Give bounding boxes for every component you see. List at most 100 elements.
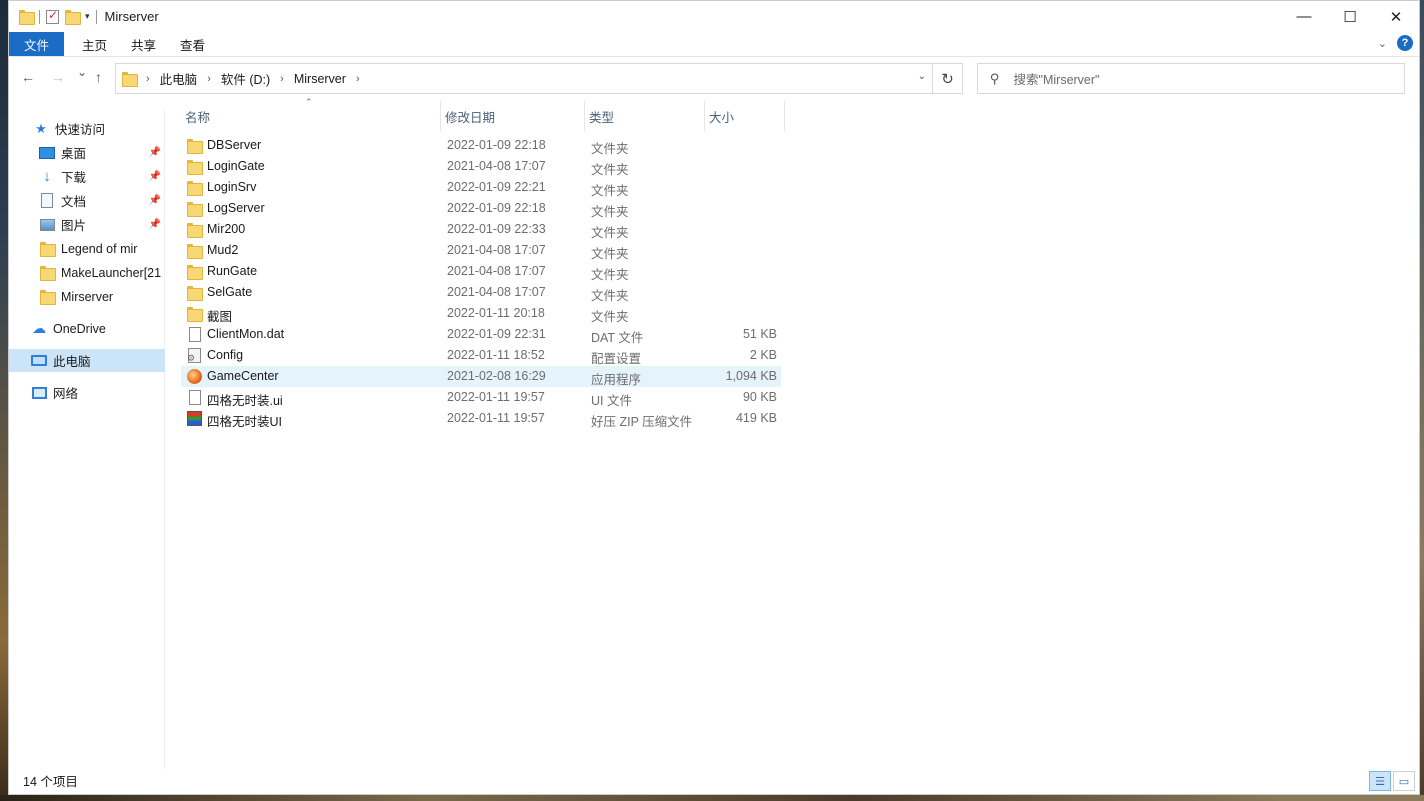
sidebar-item-downloads[interactable]: ↓ 下载 📌 (9, 165, 165, 188)
file-type: UI 文件 (591, 394, 632, 408)
file-type: 好压 ZIP 压缩文件 (591, 415, 693, 429)
address-bar[interactable]: › 此电脑 › 软件 (D:) › Mirserver › ⌄ (115, 63, 933, 94)
tab-home[interactable]: 主页 (70, 32, 119, 56)
table-row[interactable]: SelGate 2021-04-08 17:07 文件夹 (181, 282, 781, 303)
breadcrumb-this-pc[interactable]: 此电脑 (160, 69, 198, 88)
table-row[interactable]: LogServer 2022-01-09 22:18 文件夹 (181, 198, 781, 219)
table-row[interactable]: DBServer 2022-01-09 22:18 文件夹 (181, 135, 781, 156)
file-name: SelGate (207, 285, 253, 299)
file-size: 51 KB (742, 327, 777, 341)
table-row[interactable]: 四格无时装.ui 2022-01-11 19:57 UI 文件 90 KB (181, 387, 781, 408)
file-type: 文件夹 (591, 247, 629, 261)
view-switcher: ☰ ▭ (1369, 771, 1415, 791)
sidebar-item-desktop[interactable]: 桌面 📌 (9, 141, 165, 164)
app-icon (187, 369, 202, 384)
file-type: 配置设置 (591, 352, 642, 366)
file-date: 2022-01-11 19:57 (447, 390, 545, 404)
file-size: 419 KB (735, 411, 777, 425)
picture-icon (39, 217, 55, 233)
table-row[interactable]: Mud2 2021-04-08 17:07 文件夹 (181, 240, 781, 261)
file-type: 文件夹 (591, 163, 629, 177)
file-name: GameCenter (207, 369, 279, 383)
up-button[interactable]: ↑ (95, 69, 102, 85)
recent-locations-button[interactable]: ⌄ (77, 65, 87, 79)
computer-icon (31, 353, 47, 369)
sidebar-item-pictures[interactable]: 图片 📌 (9, 213, 165, 236)
file-name: Config (207, 348, 244, 362)
sidebar-item-label: 文档 (61, 195, 87, 209)
file-type: 文件夹 (591, 142, 629, 156)
breadcrumb-drive-d[interactable]: 软件 (D:) (221, 69, 270, 88)
zip-icon (187, 411, 202, 426)
tab-file[interactable]: 文件 (9, 32, 65, 56)
back-button[interactable]: ← (21, 69, 35, 85)
refresh-button[interactable]: ↻ (933, 63, 963, 94)
table-row[interactable]: Config 2022-01-11 18:52 配置设置 2 KB (181, 345, 781, 366)
table-row[interactable]: GameCenter 2021-02-08 16:29 应用程序 1,094 KB (181, 366, 781, 387)
table-row[interactable]: ClientMon.dat 2022-01-09 22:31 DAT 文件 51 KB (181, 324, 781, 345)
table-row[interactable]: LoginSrv 2022-01-09 22:21 文件夹 (181, 177, 781, 198)
properties-icon[interactable] (46, 8, 59, 24)
column-header-type[interactable]: 类型 (585, 101, 705, 131)
pin-icon[interactable]: 📌 (149, 147, 161, 158)
table-row[interactable]: Mir200 2022-01-09 22:33 文件夹 (181, 219, 781, 240)
file-date: 2021-02-08 16:29 (447, 369, 546, 383)
search-icon: ⚲ (990, 70, 1000, 86)
file-date: 2022-01-11 18:52 (447, 348, 545, 362)
help-icon[interactable]: ? (1397, 35, 1413, 51)
large-icons-view-icon[interactable]: ▭ (1393, 771, 1415, 791)
forward-button[interactable]: → (51, 69, 65, 85)
details-view-icon[interactable]: ☰ (1369, 771, 1391, 791)
file-name: RunGate (207, 264, 258, 278)
file-icon (189, 390, 201, 405)
file-date: 2022-01-09 22:18 (447, 201, 546, 215)
chevron-down-icon[interactable]: ⌄ (1378, 37, 1387, 50)
chevron-right-icon[interactable]: › (356, 73, 360, 85)
pin-icon[interactable]: 📌 (149, 195, 161, 206)
sidebar-item-legend-of-mir[interactable]: Legend of mir (9, 237, 165, 260)
desktop-wallpaper-bottom (0, 795, 1424, 801)
chevron-right-icon[interactable]: › (207, 73, 211, 85)
close-button[interactable]: ✕ (1373, 1, 1419, 32)
chevron-right-icon[interactable]: › (146, 73, 150, 85)
column-header-name[interactable]: 名称 (181, 101, 441, 131)
column-header-date[interactable]: 修改日期 (441, 101, 585, 131)
address-dropdown-icon[interactable]: ⌄ (918, 71, 926, 82)
sidebar-item-quick-access[interactable]: ★ 快速访问 (9, 117, 165, 140)
sidebar-item-makelauncher[interactable]: MakeLauncher[21 (9, 261, 165, 284)
file-type: 文件夹 (591, 289, 629, 303)
pin-icon[interactable]: 📌 (149, 171, 161, 182)
file-date: 2021-04-08 17:07 (447, 285, 546, 299)
table-row[interactable]: RunGate 2021-04-08 17:07 文件夹 (181, 261, 781, 282)
breadcrumb-mirserver[interactable]: Mirserver (294, 72, 346, 86)
table-row[interactable]: 截图 2022-01-11 20:18 文件夹 (181, 303, 781, 324)
sidebar-item-this-pc[interactable]: 此电脑 (9, 349, 165, 372)
desktop-wallpaper-left (0, 0, 8, 801)
file-type: 应用程序 (591, 373, 642, 387)
maximize-button[interactable]: ☐ (1327, 1, 1373, 32)
pin-icon[interactable]: 📌 (149, 219, 161, 230)
minimize-button[interactable]: — (1281, 1, 1327, 32)
folder-icon (122, 72, 138, 87)
file-name: LoginSrv (207, 180, 257, 194)
sidebar-item-network[interactable]: 网络 (9, 381, 165, 404)
folder-icon (39, 265, 56, 281)
desktop-wallpaper-right (1420, 0, 1424, 801)
column-header-size[interactable]: 大小 (705, 101, 785, 131)
sidebar-item-onedrive[interactable]: ☁ OneDrive (9, 317, 165, 340)
tab-view[interactable]: 查看 (168, 32, 217, 56)
folder-icon (19, 10, 35, 25)
tab-share[interactable]: 共享 (119, 32, 168, 56)
file-date: 2022-01-09 22:31 (447, 327, 546, 341)
table-row[interactable]: 四格无时装UI 2022-01-11 19:57 好压 ZIP 压缩文件 419 KB (181, 408, 781, 429)
cloud-icon: ☁ (32, 320, 46, 336)
new-folder-icon[interactable] (65, 10, 81, 25)
chevron-right-icon[interactable]: › (280, 73, 284, 85)
sidebar-item-mirserver[interactable]: Mirserver (9, 285, 165, 308)
ribbon-tabs: 文件 主页 共享 查看 ⌄ ? (9, 32, 1419, 57)
toolbar-separator (39, 9, 40, 24)
sidebar-item-documents[interactable]: 文档 📌 (9, 189, 165, 212)
table-row[interactable]: LoginGate 2021-04-08 17:07 文件夹 (181, 156, 781, 177)
search-input[interactable]: ⚲ 搜索"Mirserver" (977, 63, 1405, 94)
customize-toolbar-icon[interactable]: ▾ (85, 11, 90, 22)
